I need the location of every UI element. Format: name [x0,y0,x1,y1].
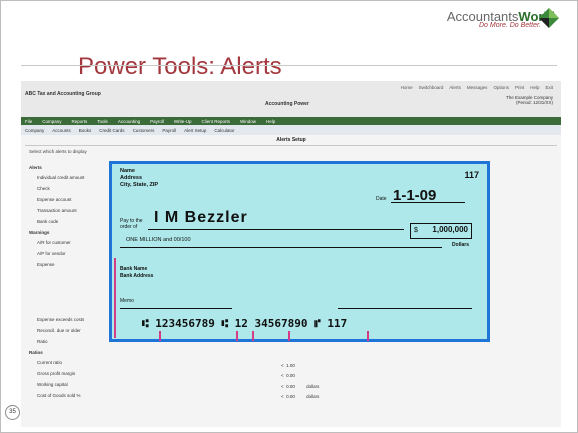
menu-item[interactable]: Company [42,119,61,124]
instructions: Select which alerts to display [29,149,87,154]
threshold-value[interactable]: < 0.00 [281,373,322,384]
company-name: ABC Tax and Accounting Group [25,91,101,97]
client-info: The Example Company (Period: 12/31/XX) [506,95,553,105]
menu-item[interactable]: Tools [97,119,108,124]
toolbar-button[interactable]: Alert Setup [184,128,206,133]
sample-check: Name Address City, State, ZIP 117 Date 1… [109,161,490,342]
pay-to-label: Pay to the order of [120,218,143,230]
top-nav-item[interactable]: Home [401,85,413,90]
check-date-label: Date [376,196,387,202]
menu-bar: File Company Reports Tools Accounting Pa… [21,117,561,125]
alert-option[interactable]: Cost of Goods sold % [29,393,129,404]
menu-item[interactable]: Payroll [150,119,164,124]
slide-title: Power Tools: Alerts [78,53,282,80]
top-nav-item[interactable]: Messages [467,85,488,90]
bank-name: Bank Name [120,266,148,272]
bank-address: Bank Address [120,273,154,279]
top-nav-item[interactable]: Print [515,85,524,90]
toolbar-button[interactable]: Customers [133,128,155,133]
bank-block: Bank Name Bank Address [120,266,153,280]
check-number: 117 [464,170,479,180]
highlight-marker [114,258,116,338]
toolbar-button[interactable]: Credit Cards [99,128,124,133]
top-nav-item[interactable]: Help [530,85,539,90]
page-number: 35 [5,405,20,420]
check-name: Name [120,168,135,174]
micr-marker [236,331,238,341]
top-nav: Home Switchboard Alerts Messages Options… [401,85,553,90]
top-nav-item[interactable]: Options [493,85,509,90]
menu-item[interactable]: Help [266,119,275,124]
micr-line: ⑆ 123456789 ⑆ 12 34567890 ⑈ 117 [142,317,348,330]
menu-item[interactable]: Reports [72,119,88,124]
app-header: ABC Tax and Accounting Group Accounting … [21,81,561,117]
menu-item[interactable]: Window [240,119,256,124]
words-line [120,247,442,248]
signature-line [338,308,472,309]
micr-marker [252,331,254,341]
check-city: City, State, ZIP [120,182,159,188]
toolbar-button[interactable]: Accounts [52,128,71,133]
amount-box: $ 1,000,000 [410,223,472,239]
menu-item[interactable]: Client Reports [202,119,231,124]
section-header: Ratios [29,350,43,355]
product-name: Accounting Power [265,101,309,107]
menu-item[interactable]: Write-Up [174,119,192,124]
threshold-value[interactable] [281,352,322,363]
panel-divider [25,145,557,146]
toolbar: Company Accounts Books Credit Cards Cust… [21,125,561,135]
menu-item[interactable]: Accounting [118,119,140,124]
top-nav-item[interactable]: Alerts [449,85,461,90]
threshold-value[interactable]: < 1.00 [281,363,322,374]
slide: AccountantsWorld Do More. Do Better. Pow… [0,0,578,433]
memo-label: Memo [120,298,134,304]
logo-diamond-icon [539,8,559,28]
top-nav-item[interactable]: Switchboard [419,85,444,90]
alert-option[interactable]: Gross profit margin [29,371,129,382]
toolbar-button[interactable]: Payroll [162,128,176,133]
toolbar-button[interactable]: Books [79,128,92,133]
toolbar-button[interactable]: Company [25,128,44,133]
panel-title: Alerts Setup [276,137,306,143]
threshold-value[interactable]: < 0.00 dollars [281,394,322,405]
dollar-sign: $ [414,227,418,234]
dollars-label: Dollars [452,242,469,248]
top-nav-item[interactable]: Exit [545,85,553,90]
micr-marker [367,331,369,341]
threshold-values: < 100.00 dollars < 1.00 < 0.00 < 0.00 do… [281,331,322,405]
title-divider [21,65,557,66]
toolbar-button[interactable]: Calculator [214,128,234,133]
micr-marker [159,331,161,341]
alert-option[interactable]: Working capital [29,382,129,393]
amount-in-words: ONE MILLION and 00/100 [126,237,191,243]
check-address: Address [120,175,143,181]
threshold-value[interactable] [281,342,322,353]
check-amount: 1,000,000 [432,225,468,234]
date-line [391,202,465,203]
micr-marker [288,331,290,341]
client-period: (Period: 12/31/XX) [515,100,553,105]
check-payee: I M Bezzler [154,209,248,226]
alert-option[interactable]: Current ratio [29,360,129,371]
pay-to-line2: order of [120,224,138,230]
threshold-value[interactable]: < 0.00 dollars [281,384,322,395]
payee-line [148,229,404,230]
memo-line [120,308,232,309]
menu-item[interactable]: File [25,119,32,124]
check-name-block: Name Address City, State, ZIP [120,168,158,189]
